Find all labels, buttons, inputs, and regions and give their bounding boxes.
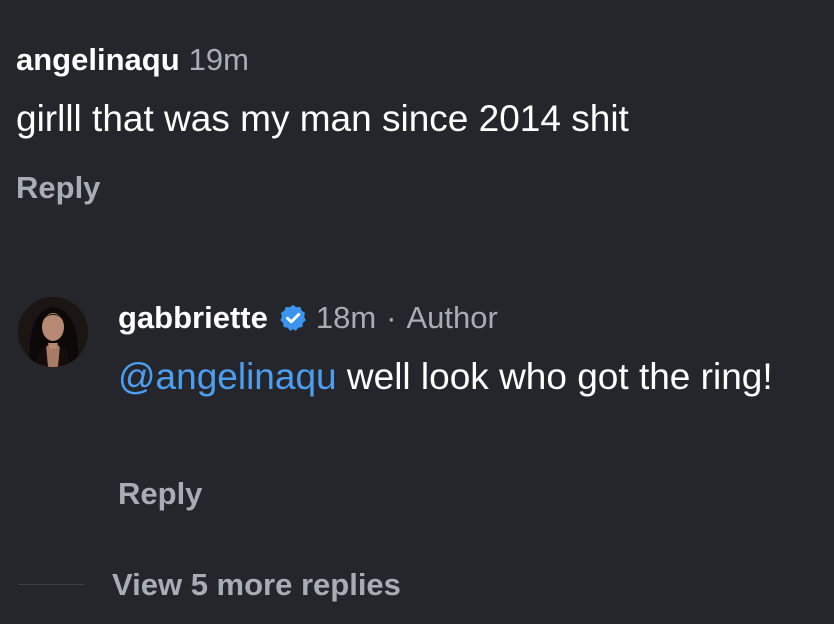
avatar-image <box>18 297 88 367</box>
author-label: Author <box>406 300 498 335</box>
comment-header: angelinaqu 19m <box>16 40 249 80</box>
mention-link[interactable]: @angelinaqu <box>118 356 337 397</box>
reply-text: well look who got the ring! <box>336 356 773 397</box>
reply-header: gabbriette 18m · Author <box>118 298 498 338</box>
reply-text-block: @angelinaqu well look who got the ring! <box>118 354 818 400</box>
reply-button[interactable]: Reply <box>16 168 100 208</box>
reply-to-reply-button[interactable]: Reply <box>118 474 202 514</box>
comment-text: girlll that was my man since 2014 shit <box>16 98 629 139</box>
verified-badge-icon <box>278 303 308 333</box>
comment-username[interactable]: angelinaqu <box>16 42 180 77</box>
reply-username[interactable]: gabbriette <box>118 298 268 338</box>
reply-time: 18m <box>315 300 377 335</box>
thread-divider <box>18 584 84 585</box>
view-more-replies-button[interactable]: View 5 more replies <box>112 565 401 605</box>
separator-dot: · <box>386 300 397 335</box>
comment-time: 19m <box>188 42 249 77</box>
avatar[interactable] <box>18 297 88 367</box>
